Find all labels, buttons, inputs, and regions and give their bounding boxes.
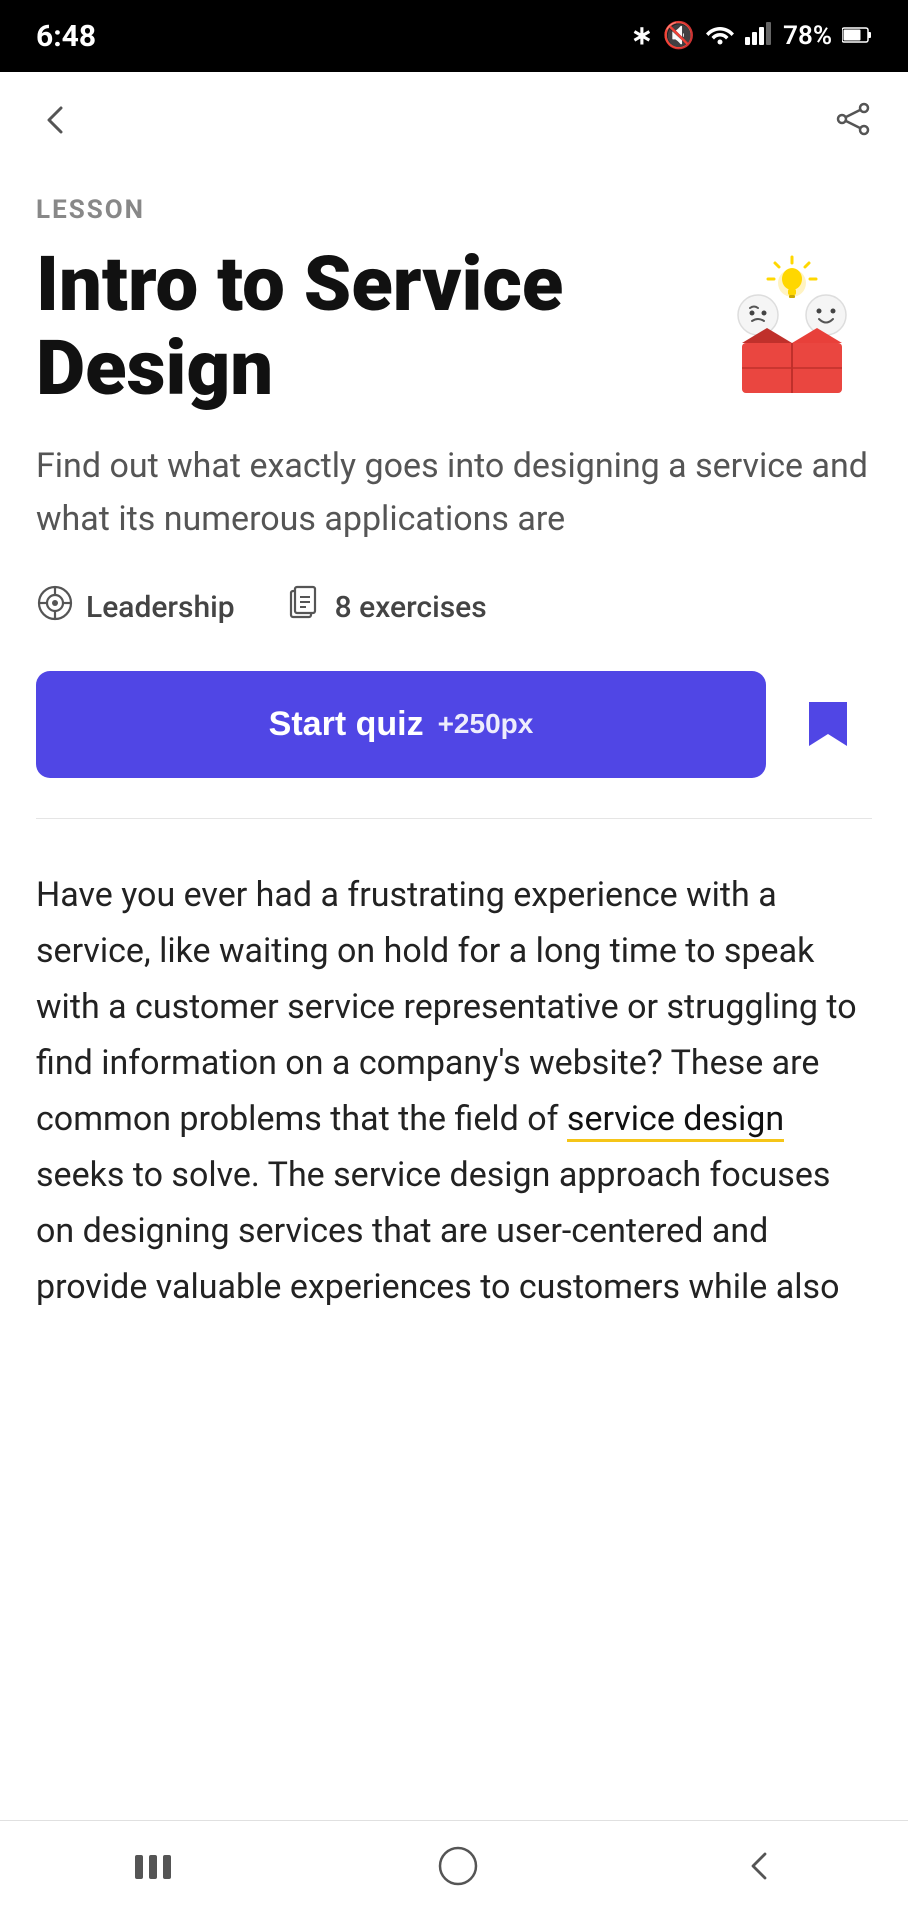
exercises-icon [287, 585, 323, 630]
lesson-title: Intro to Service Design [36, 243, 692, 410]
lesson-description: Find out what exactly goes into designin… [36, 440, 872, 545]
bottom-nav [0, 1820, 908, 1920]
bookmark-button[interactable] [784, 680, 872, 768]
signal-icon [745, 21, 773, 52]
bottom-home-button[interactable] [420, 1828, 496, 1913]
time-display: 6:48 [36, 19, 96, 54]
bottom-back-button[interactable] [725, 1828, 793, 1913]
lesson-header: Intro to Service Design [36, 243, 872, 410]
battery-icon [842, 21, 872, 51]
content-divider [36, 818, 872, 819]
wifi-icon [705, 21, 735, 52]
back-button[interactable] [36, 100, 76, 147]
nav-bar [0, 72, 908, 175]
article-body: Have you ever had a frustrating experien… [36, 867, 872, 1376]
bottom-menu-button[interactable] [115, 1834, 191, 1908]
start-quiz-xp: +250px [438, 708, 534, 740]
category-icon [36, 584, 74, 631]
start-quiz-label: Start quiz [269, 705, 424, 744]
article-text-2: seeks to solve. The service design appro… [36, 1155, 839, 1307]
main-content: LESSON Intro to Service Design [0, 175, 908, 1375]
mute-icon: 🔇 [663, 21, 695, 51]
category-item: Leadership [36, 584, 235, 631]
lesson-label: LESSON [36, 195, 872, 225]
exercises-label: 8 exercises [335, 590, 487, 625]
article-highlight[interactable]: service design [567, 1099, 784, 1142]
lesson-illustration [712, 243, 872, 403]
battery-display: 78% [783, 21, 832, 51]
article-paragraph: Have you ever had a frustrating experien… [36, 867, 872, 1316]
start-quiz-button[interactable]: Start quiz +250px [36, 671, 766, 778]
status-bar: 6:48 ∗ 🔇 78% [0, 0, 908, 72]
cta-row: Start quiz +250px [36, 671, 872, 778]
category-label: Leadership [86, 590, 235, 625]
bluetooth-icon: ∗ [631, 21, 653, 51]
share-button[interactable] [834, 100, 872, 147]
status-icons: ∗ 🔇 78% [631, 21, 872, 52]
meta-row: Leadership 8 exercises [36, 584, 872, 631]
exercises-item: 8 exercises [287, 585, 487, 630]
